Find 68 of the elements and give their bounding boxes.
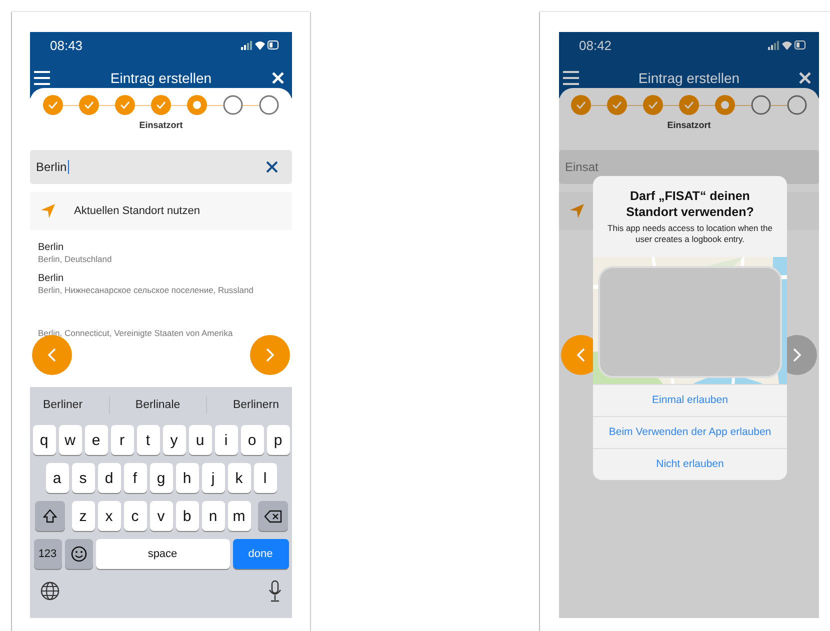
close-icon[interactable] <box>272 72 284 84</box>
dialog-title: Darf „FISAT“ deinen Standort verwenden? <box>625 188 755 222</box>
status-time: 08:42 <box>579 38 612 52</box>
key[interactable]: e <box>84 425 108 455</box>
key[interactable]: k <box>228 463 250 493</box>
menu-icon[interactable] <box>563 71 579 85</box>
microphone-icon[interactable] <box>268 580 282 602</box>
status-icons <box>767 39 807 51</box>
number-key[interactable]: 123 <box>34 539 62 569</box>
key[interactable]: o <box>240 425 264 455</box>
chevron-right-icon <box>265 348 275 362</box>
word-suggestion[interactable]: Berlinale <box>135 399 180 411</box>
key[interactable]: f <box>124 463 146 493</box>
clear-icon[interactable] <box>266 161 278 173</box>
location-row[interactable]: Aktuellen Standort nutzen <box>30 192 292 230</box>
key[interactable]: n <box>202 501 224 531</box>
backspace-icon <box>264 510 282 522</box>
backspace-key[interactable] <box>258 501 288 531</box>
key[interactable]: c <box>124 501 146 531</box>
key[interactable]: z <box>72 501 94 531</box>
close-icon[interactable] <box>798 72 811 84</box>
key[interactable]: b <box>176 501 198 531</box>
key[interactable]: x <box>98 501 120 531</box>
status-icons <box>240 39 280 51</box>
result-subtitle: Berlin, Deutschland <box>38 255 112 264</box>
search-field[interactable]: Berlin <box>30 150 292 184</box>
shift-icon <box>42 509 56 523</box>
key[interactable]: v <box>150 501 172 531</box>
key[interactable]: s <box>72 463 94 493</box>
word-suggestion[interactable]: Berlinern <box>232 399 279 411</box>
result-title[interactable]: Berlin <box>38 242 64 253</box>
chevron-left-icon <box>47 348 57 362</box>
location-arrow-icon <box>569 203 585 219</box>
key[interactable]: y <box>162 425 186 455</box>
key[interactable]: q <box>32 425 56 455</box>
location-arrow-icon <box>40 203 56 219</box>
emoji-icon <box>70 546 86 562</box>
result-subtitle: Berlin, Connecticut, Vereinigte Staaten von Amerika <box>38 328 233 338</box>
screen-title: Eintrag erstellen <box>110 70 212 86</box>
key[interactable]: w <box>58 425 82 455</box>
key[interactable]: m <box>228 501 250 531</box>
globe-icon[interactable] <box>40 580 60 600</box>
status-time: 08:43 <box>50 38 83 52</box>
emoji-key[interactable] <box>64 539 92 569</box>
step-label: Einsatzort <box>138 120 184 130</box>
key[interactable]: t <box>136 425 160 455</box>
menu-icon[interactable] <box>34 71 50 85</box>
chevron-right-icon <box>792 348 802 362</box>
step-label: Einsatzort <box>666 120 712 130</box>
key[interactable]: r <box>110 425 134 455</box>
word-suggestion[interactable]: Berliner <box>42 399 83 411</box>
key[interactable]: j <box>202 463 224 493</box>
chevron-left-icon <box>576 348 586 362</box>
result-subtitle: Berlin, Нижнесанарское сельское поселение, Russland <box>38 286 254 296</box>
key[interactable]: d <box>98 463 120 493</box>
key[interactable]: p <box>266 425 290 455</box>
result-title[interactable]: Berlin <box>38 273 64 284</box>
key[interactable]: u <box>188 425 212 455</box>
done-key[interactable]: done <box>232 539 288 569</box>
dialog-message: This app needs access to location when the user creates a logbook entry. <box>606 222 774 246</box>
screen-title: Eintrag erstellen <box>638 70 740 86</box>
key[interactable]: g <box>150 463 172 493</box>
key[interactable]: i <box>214 425 238 455</box>
shift-key[interactable] <box>34 501 64 531</box>
key[interactable]: h <box>176 463 198 493</box>
key[interactable]: l <box>254 463 276 493</box>
space-key[interactable]: space <box>96 539 230 569</box>
key[interactable]: a <box>46 463 68 493</box>
